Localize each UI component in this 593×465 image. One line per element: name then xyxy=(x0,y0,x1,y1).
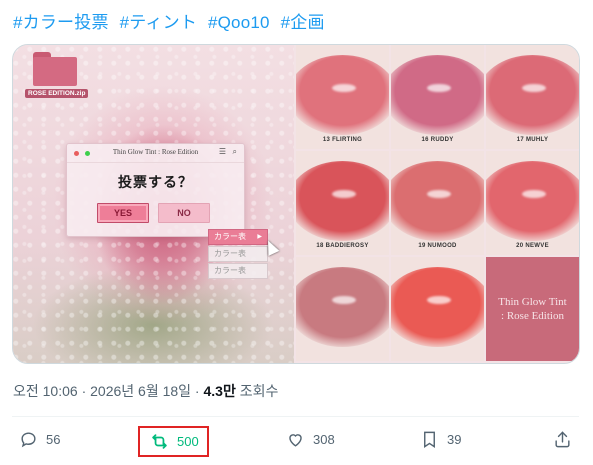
lip-swatch xyxy=(391,267,484,347)
context-menu-item: カラー表 xyxy=(208,263,268,279)
lip-swatch xyxy=(296,161,389,241)
vote-dialog: Thin Glow Tint : Rose Edition ☰ ⌕ 投票する？ … xyxy=(66,143,245,237)
hamburger-icon: ☰ xyxy=(218,147,226,156)
lip-swatch xyxy=(486,161,579,241)
shade-label: 17 MUHLY xyxy=(516,137,549,143)
reply-count: 56 xyxy=(46,432,61,447)
action-bar: 56 500 308 39 xyxy=(0,425,593,461)
hashtag-link[interactable]: #企画 xyxy=(281,13,325,32)
view-count: 4.3만 xyxy=(203,383,236,399)
shade-tile: 20 NEWVE xyxy=(486,151,579,255)
shade-tile: 18 BADDIEROSY xyxy=(296,151,389,255)
brand-tile-line: : Rose Edition xyxy=(501,310,564,322)
lip-swatch xyxy=(391,55,484,135)
tweet-meta: 오전 10:06 · 2026년 6월 18일 · 4.3만 조회수 xyxy=(13,381,278,401)
context-menu: カラー表 ▶ カラー表 カラー表 xyxy=(208,229,268,280)
shade-tile: 13 FLIRTING xyxy=(296,45,389,149)
lip-swatch xyxy=(486,55,579,135)
share-icon xyxy=(555,431,570,448)
share-button[interactable] xyxy=(553,430,580,449)
brand-tile-line: Thin Glow Tint xyxy=(498,296,567,308)
retweet-button[interactable]: 500 xyxy=(138,426,209,457)
brand-tile: Thin Glow Tint : Rose Edition xyxy=(486,257,579,361)
chevron-right-icon: ▶ xyxy=(257,234,262,240)
hashtag-link[interactable]: #ティント xyxy=(120,13,197,32)
hashtags: #カラー投票 #ティント #Qoo10 #企画 xyxy=(13,8,331,33)
retweet-icon xyxy=(152,434,167,449)
divider xyxy=(12,416,579,417)
context-menu-item: カラー表 xyxy=(208,246,268,262)
shade-tile xyxy=(296,257,389,361)
context-menu-item: カラー表 ▶ xyxy=(208,229,268,245)
hashtag-link[interactable]: #Qoo10 xyxy=(208,13,270,32)
like-button[interactable]: 308 xyxy=(286,430,335,449)
shade-label: 20 NEWVE xyxy=(516,243,549,249)
media-container[interactable]: ROSE EDITION.zip Thin Glow Tint : Rose E… xyxy=(12,44,580,364)
context-menu-item-label: カラー表 xyxy=(214,232,246,241)
yes-button: YES xyxy=(97,203,149,223)
lip-swatch xyxy=(296,267,389,347)
shade-label: 13 FLIRTING xyxy=(322,137,363,143)
retweet-count: 500 xyxy=(177,434,199,449)
search-icon: ⌕ xyxy=(232,147,237,156)
timestamp[interactable]: 오전 10:06 · 2026년 6월 18일 · xyxy=(13,383,204,399)
hashtag-link[interactable]: #カラー投票 xyxy=(13,13,109,32)
shade-label: 19 NUMOOD xyxy=(418,243,457,249)
media-image-swatches[interactable]: 13 FLIRTING 16 RUDDY 17 MUHLY 18 BADDIER… xyxy=(296,45,579,363)
no-button: NO xyxy=(158,203,210,223)
shade-label: 16 RUDDY xyxy=(421,137,454,143)
view-count-label: 조회수 xyxy=(235,383,279,399)
bookmark-button[interactable]: 39 xyxy=(420,430,461,449)
shade-tile: 16 RUDDY xyxy=(391,45,484,149)
heart-icon xyxy=(289,434,302,447)
dialog-question: 投票する？ xyxy=(118,174,193,190)
dialog-title: Thin Glow Tint : Rose Edition xyxy=(112,148,199,156)
lip-swatch xyxy=(391,161,484,241)
lip-swatch xyxy=(296,55,389,135)
shade-tile xyxy=(391,257,484,361)
shade-label: 18 BADDIEROSY xyxy=(316,243,369,249)
shade-tile: 17 MUHLY xyxy=(486,45,579,149)
dialog-titlebar: Thin Glow Tint : Rose Edition ☰ ⌕ xyxy=(67,144,244,163)
reply-button[interactable]: 56 xyxy=(19,430,60,449)
reply-icon xyxy=(21,432,36,448)
bookmark-icon xyxy=(424,431,435,448)
media-image-vote[interactable]: ROSE EDITION.zip Thin Glow Tint : Rose E… xyxy=(13,45,294,363)
folder-label: ROSE EDITION.zip xyxy=(25,89,89,98)
bookmark-count: 39 xyxy=(447,432,462,447)
folder-icon xyxy=(33,52,77,86)
like-count: 308 xyxy=(313,432,335,447)
shade-tile: 19 NUMOOD xyxy=(391,151,484,255)
